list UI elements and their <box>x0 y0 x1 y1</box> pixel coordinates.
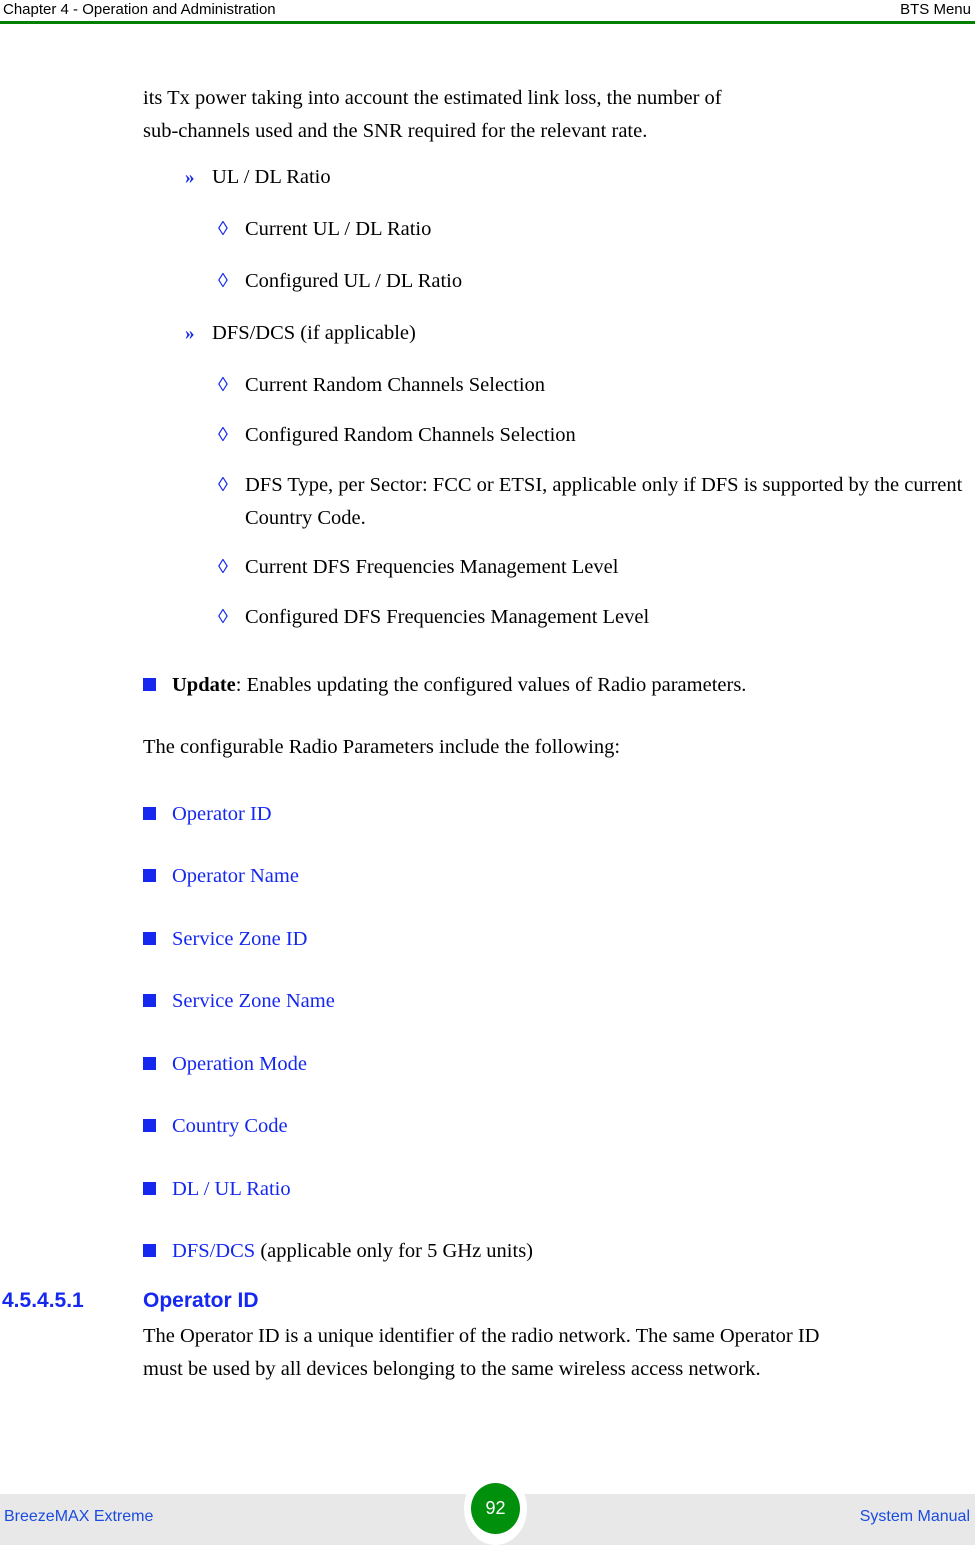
list-item-configured-random-channels-selection: ◊ Configured Random Channels Selection <box>218 419 963 452</box>
link-suffix: (applicable only for 5 GHz units) <box>255 1240 533 1262</box>
list-item-text: Operator ID <box>172 798 963 831</box>
header-chapter-title: Chapter 4 - Operation and Administration <box>3 1 276 18</box>
list-item-label: Current DFS Frequencies Management Level <box>245 556 619 578</box>
list-item-update: Update: Enables updating the configured … <box>143 669 963 702</box>
list-item-label: DFS/DCS (if applicable) <box>212 322 416 344</box>
square-bullet-icon <box>143 994 156 1007</box>
square-bullet-icon <box>143 678 156 691</box>
square-bullet-icon <box>143 932 156 945</box>
diamond-icon: ◊ <box>218 474 228 496</box>
square-bullet-icon <box>143 1244 156 1257</box>
diamond-icon: ◊ <box>218 556 228 578</box>
square-bullet-icon <box>143 869 156 882</box>
link-country-code[interactable]: Country Code <box>172 1115 288 1137</box>
square-bullet-icon <box>143 1119 156 1132</box>
diamond-icon: ◊ <box>218 270 228 292</box>
link-operation-mode[interactable]: Operation Mode <box>172 1053 307 1075</box>
list-item-dfs-dcs[interactable]: DFS/DCS (applicable only for 5 GHz units… <box>143 1235 963 1268</box>
diamond-icon: ◊ <box>218 374 228 396</box>
list-item-text: Service Zone ID <box>172 923 963 956</box>
list-item-configured-dfs-frequencies-management-level: ◊ Configured DFS Frequencies Management … <box>218 601 963 634</box>
list-item-label: Current UL / DL Ratio <box>245 218 432 240</box>
section-body-line-1: The Operator ID is a unique identifier o… <box>143 1325 820 1347</box>
section-title: Operator ID <box>143 1289 259 1312</box>
section-body-paragraph: The Operator ID is a unique identifier o… <box>143 1320 963 1386</box>
update-description: : Enables updating the configured values… <box>235 674 747 696</box>
link-dl-ul-ratio[interactable]: DL / UL Ratio <box>172 1178 291 1200</box>
list-item-operation-mode[interactable]: Operation Mode <box>143 1048 963 1081</box>
section-number: 4.5.4.5.1 <box>2 1289 84 1312</box>
list-item-ul-dl-ratio: » UL / DL Ratio <box>185 161 965 194</box>
page-number-backdrop: 92 <box>464 1472 527 1545</box>
list-item-text: Country Code <box>172 1110 963 1143</box>
list-item-label: Configured UL / DL Ratio <box>245 270 463 292</box>
list-item-service-zone-id[interactable]: Service Zone ID <box>143 923 963 956</box>
list-item-label: DFS Type, per Sector: FCC or ETSI, appli… <box>245 474 963 529</box>
page-footer: BreezeMAX Extreme 92 System Manual <box>0 1472 975 1545</box>
list-item-operator-id[interactable]: Operator ID <box>143 798 963 831</box>
list-item-label: UL / DL Ratio <box>212 166 331 188</box>
list-item-dfs-dcs-group: » DFS/DCS (if applicable) <box>185 317 965 350</box>
link-dfs-dcs[interactable]: DFS/DCS <box>172 1240 255 1262</box>
list-item-current-ul-dl-ratio: ◊ Current UL / DL Ratio <box>218 213 963 246</box>
square-bullet-icon <box>143 1057 156 1070</box>
update-term: Update <box>172 674 236 696</box>
list-item-label: Configured Random Channels Selection <box>245 424 576 446</box>
list-item-label: Current Random Channels Selection <box>245 374 546 396</box>
link-service-zone-id[interactable]: Service Zone ID <box>172 928 307 950</box>
link-operator-id[interactable]: Operator ID <box>172 803 272 825</box>
list-item-current-random-channels-selection: ◊ Current Random Channels Selection <box>218 369 963 402</box>
list-item-service-zone-name[interactable]: Service Zone Name <box>143 985 963 1018</box>
diamond-icon: ◊ <box>218 424 228 446</box>
list-item-current-dfs-frequencies-management-level: ◊ Current DFS Frequencies Management Lev… <box>218 551 963 584</box>
list-item-dl-ul-ratio[interactable]: DL / UL Ratio <box>143 1173 963 1206</box>
page-number-badge: 92 <box>471 1483 520 1534</box>
list-item-text: Operation Mode <box>172 1048 963 1081</box>
list-item-configured-ul-dl-ratio: ◊ Configured UL / DL Ratio <box>218 265 963 298</box>
footer-document-type: System Manual <box>859 1508 970 1525</box>
intro-paragraph-line-2: sub-channels used and the SNR required f… <box>143 120 648 142</box>
header-section-title: BTS Menu <box>900 1 971 18</box>
list-item-label: Configured DFS Frequencies Management Le… <box>245 606 650 628</box>
list-item-text: DFS/DCS (applicable only for 5 GHz units… <box>172 1235 963 1268</box>
list-item-text: Service Zone Name <box>172 985 963 1018</box>
section-body-line-2: must be used by all devices belonging to… <box>143 1358 761 1380</box>
intro-paragraph: its Tx power taking into account the est… <box>143 82 963 148</box>
chevron-double-right-icon: » <box>185 167 195 188</box>
chevron-double-right-icon: » <box>185 323 195 344</box>
list-item-dfs-type-per-sector: ◊ DFS Type, per Sector: FCC or ETSI, app… <box>218 469 963 535</box>
configurable-params-intro: The configurable Radio Parameters includ… <box>143 736 621 758</box>
diamond-icon: ◊ <box>218 218 228 240</box>
link-service-zone-name[interactable]: Service Zone Name <box>172 990 335 1012</box>
square-bullet-icon <box>143 1182 156 1195</box>
intro-paragraph-line-1: its Tx power taking into account the est… <box>143 87 722 109</box>
list-item-operator-name[interactable]: Operator Name <box>143 860 963 893</box>
square-bullet-icon <box>143 807 156 820</box>
footer-product-name: BreezeMAX Extreme <box>4 1508 154 1525</box>
diamond-icon: ◊ <box>218 606 228 628</box>
list-item-update-text: Update: Enables updating the configured … <box>172 669 963 702</box>
header-divider-rule <box>0 21 975 24</box>
list-item-text: DL / UL Ratio <box>172 1173 963 1206</box>
list-item-text: Operator Name <box>172 860 963 893</box>
list-item-country-code[interactable]: Country Code <box>143 1110 963 1143</box>
link-operator-name[interactable]: Operator Name <box>172 865 299 887</box>
